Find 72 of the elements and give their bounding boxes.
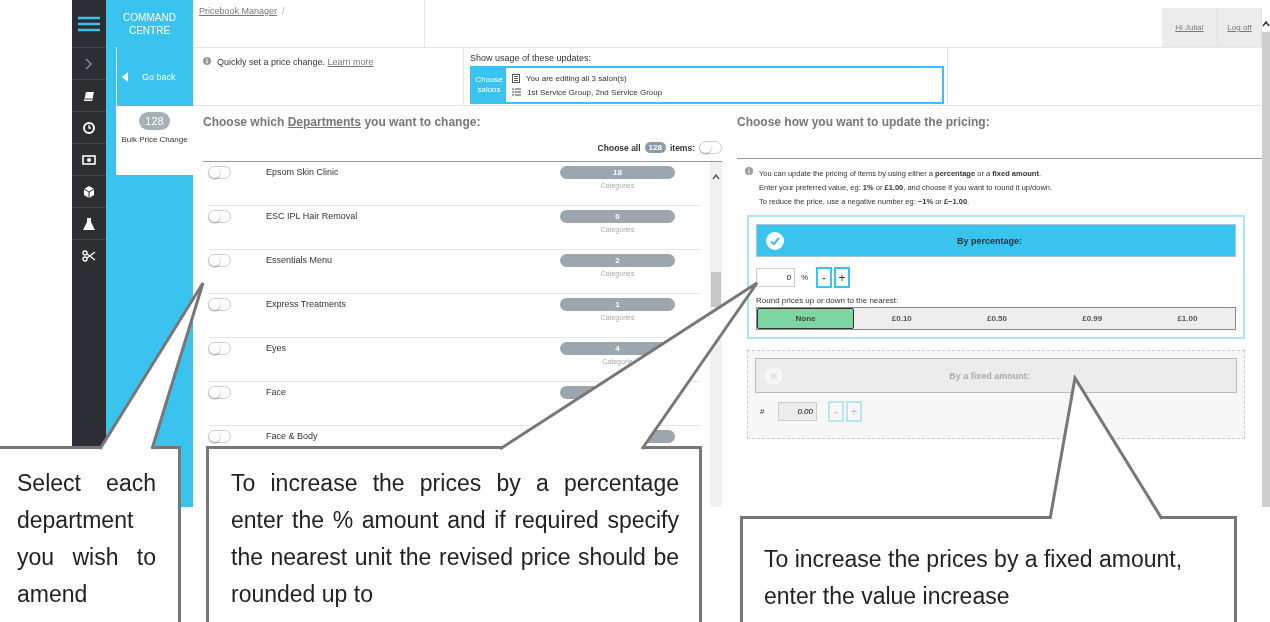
info-icon — [203, 57, 211, 65]
round-label: Round prices up or down to the nearest: — [756, 296, 900, 305]
scroll-up-icon[interactable] — [1262, 20, 1270, 28]
scissors-icon[interactable] — [82, 248, 96, 263]
increase-button[interactable]: + — [834, 267, 850, 288]
department-name: Express Treatments — [266, 298, 348, 311]
section-heading: Choose how you want to update the pricing: — [737, 115, 1262, 159]
flask-icon[interactable] — [82, 216, 96, 231]
section-heading: Choose which Departments you want to change: — [203, 115, 482, 129]
round-option[interactable]: None — [757, 308, 855, 329]
tool-card[interactable]: 128 Bulk Price Change — [116, 106, 193, 175]
callout-text: To increase the prices by a percentage enter the % amount and if required specify the nearest unit the revised price should be rounded up to — [231, 469, 679, 609]
app-title: COMMAND CENTRE — [122, 10, 177, 38]
clock-icon[interactable] — [82, 120, 96, 135]
toggle-switch[interactable] — [699, 141, 722, 154]
toggle-switch[interactable] — [208, 254, 231, 267]
amount-field[interactable]: 0.00 — [778, 402, 817, 421]
decrease-button[interactable]: - — [816, 267, 832, 288]
department-name: Epsom Skin Clinic — [266, 166, 340, 179]
breadcrumb-link[interactable]: Pricebook Manager — [199, 6, 278, 16]
callout-text: Select each department you wish to amend — [17, 469, 156, 609]
scroll-up-icon[interactable] — [712, 174, 720, 180]
scrollbar-thumb[interactable] — [711, 272, 721, 307]
toggle-switch[interactable] — [208, 210, 231, 223]
items-label: items: — [669, 142, 695, 153]
amount-field[interactable]: 0 — [756, 268, 795, 287]
count-badge: 128 — [644, 142, 666, 153]
check-circle-icon — [766, 231, 784, 250]
info-icon — [745, 167, 753, 175]
department-name: Eyes — [266, 342, 287, 355]
option-header[interactable]: By percentage: — [756, 224, 1236, 257]
department-name: Face — [266, 386, 287, 399]
groups-text: 1st Service Group, 2nd Service Group — [527, 87, 663, 97]
departments-link[interactable]: Departments — [287, 115, 362, 129]
category-count: 0 — [560, 210, 675, 223]
list-icon — [512, 88, 521, 96]
toggle-switch[interactable] — [208, 166, 231, 179]
toggle-switch[interactable] — [208, 342, 231, 355]
banknote-icon[interactable] — [82, 152, 96, 167]
round-option[interactable]: £0.10 — [854, 308, 950, 329]
toggle-switch[interactable] — [208, 386, 231, 399]
category-count: 2 — [560, 254, 675, 267]
department-name: Face & Body — [266, 430, 319, 443]
tool-label: Bulk Price Change — [121, 135, 188, 144]
usage-title: Show usage of these updates: — [470, 53, 593, 63]
callout-text: To increase the prices by a fixed amount, enter the value increase — [764, 545, 1184, 611]
choose-all-label: Choose all — [597, 142, 641, 153]
option-title: By percentage: — [956, 235, 1023, 246]
rounding-selector[interactable]: None £0.10 £0.50 £0.99 £1.00 — [756, 307, 1236, 330]
greeting-link[interactable]: Hi Julia! — [1162, 8, 1218, 47]
round-option[interactable]: £1.00 — [1139, 308, 1235, 329]
round-option[interactable]: £0.99 — [1044, 308, 1140, 329]
cube-icon[interactable] — [82, 184, 96, 199]
salons-text: You are editing all 3 salon(s) — [526, 73, 627, 83]
count-badge: 128 — [139, 112, 170, 130]
department-name: ESC IPL Hair Removal — [266, 210, 359, 223]
logout-link[interactable]: Log off — [1218, 8, 1262, 47]
toggle-switch[interactable] — [208, 298, 231, 311]
menu-icon[interactable] — [78, 15, 100, 32]
category-count: 1 — [560, 298, 675, 311]
unit-label: % — [801, 273, 810, 282]
round-option[interactable]: £0.50 — [949, 308, 1045, 329]
option-title: By a fixed amount: — [948, 370, 1031, 381]
caret-icon — [122, 71, 128, 82]
category-count: 18 — [560, 166, 675, 179]
building-icon — [512, 73, 520, 83]
department-name: Essentials Menu — [266, 254, 334, 267]
learn-more-link[interactable]: Learn more — [327, 57, 374, 67]
toggle-switch[interactable] — [208, 430, 231, 443]
breadcrumb-separator: / — [282, 6, 285, 16]
info-text: Quickly set a price change. Learn more — [217, 57, 374, 67]
unit-label: # — [760, 407, 766, 416]
